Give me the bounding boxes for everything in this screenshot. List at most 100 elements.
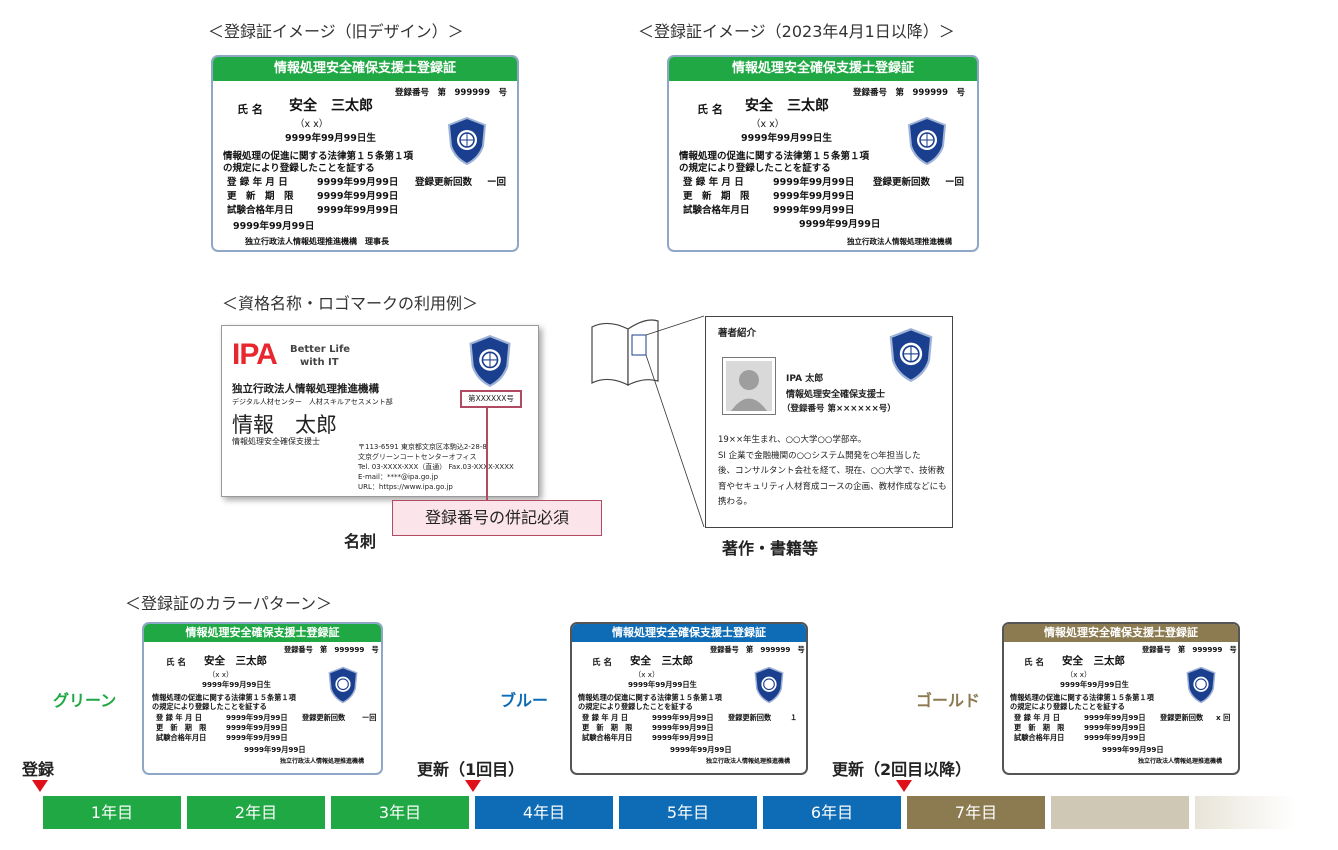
book-heading: 著者紹介 <box>718 328 757 339</box>
card-renew-count-label: 登録更新回数 <box>1160 713 1204 722</box>
card-expiry-label: 更 新 期 限 <box>156 723 207 732</box>
timeline-year-continuation <box>1051 796 1189 829</box>
card-expiry: 9999年99月99日 <box>773 191 855 202</box>
card-reg-date: 9999年99月99日 <box>773 177 855 188</box>
card-expiry-label: 更 新 期 限 <box>1014 723 1065 732</box>
card-name-label: 氏 名 <box>166 658 186 668</box>
biz-addr2: 文京グリーンコートセンターオフィス <box>358 453 477 461</box>
card-exam: 9999年99月99日 <box>652 733 714 742</box>
timeline-year-4: 4年目 <box>475 796 613 829</box>
card-name-label: 氏 名 <box>592 658 612 668</box>
biz-url: URL：https://www.ipa.go.jp <box>358 483 453 491</box>
book-role: 情報処理安全確保支援士 <box>786 390 886 400</box>
card-law2: の規定により登録したことを証する <box>578 702 693 711</box>
card-name-label: 氏 名 <box>697 103 723 116</box>
caption-bizcard: 名刺 <box>344 532 377 551</box>
card-header: 情報処理安全確保支援士登録証 <box>144 624 381 642</box>
card-reg-no: 登録番号 第 999999 号 <box>395 88 507 98</box>
card-new-design: 情報処理安全確保支援士登録証 登録番号 第 999999 号 氏 名 安全 三太… <box>667 55 979 252</box>
card-issue-date: 9999年99月99日 <box>233 221 315 232</box>
shield-logo-icon <box>1186 666 1216 704</box>
card-kana: （x x） <box>208 670 234 679</box>
card-birth: 9999年99月99日生 <box>285 133 376 144</box>
open-book-icon <box>591 315 705 528</box>
card-reg-date-label: 登 録 年 月 日 <box>582 713 628 722</box>
tagline-1: Better Life <box>290 344 351 355</box>
card-renew-count: ー回 <box>362 713 377 722</box>
card-kana: （x x） <box>751 119 785 130</box>
card-reg-date-label: 登 録 年 月 日 <box>683 177 744 188</box>
card-expiry: 9999年99月99日 <box>226 723 288 732</box>
card-issue-date: 9999年99月99日 <box>1102 745 1164 754</box>
label-register: 登録 <box>22 760 55 779</box>
card-expiry: 9999年99月99日 <box>1084 723 1146 732</box>
biz-dept: デジタル人材センター 人材スキルアセスメント部 <box>232 398 393 406</box>
card-name: 安全 三太郎 <box>1062 655 1125 667</box>
card-renew-count: １ <box>790 713 798 722</box>
book-bio-line: 育やセキュリティ人材育成コースの企画、教材作成などにも <box>718 481 947 492</box>
timeline-year-7: 7年目 <box>907 796 1045 829</box>
card-exam-label: 試験合格年月日 <box>156 733 207 742</box>
marker-renew-2-icon <box>896 780 912 792</box>
card-law2: の規定により登録したことを証する <box>1010 702 1125 711</box>
card-issue-date: 9999年99月99日 <box>799 219 881 230</box>
title-old-design: ＜登録証イメージ（旧デザイン）＞ <box>208 22 464 41</box>
card-old-design: 情報処理安全確保支援士登録証 登録番号 第 999999 号 氏 名 安全 三太… <box>211 55 519 252</box>
biz-title: 情報処理安全確保支援士 <box>232 437 320 446</box>
card-exam: 9999年99月99日 <box>1084 733 1146 742</box>
card-expiry: 9999年99月99日 <box>317 191 399 202</box>
card-renew-count: x 回 <box>1216 713 1231 722</box>
card-issue-date: 9999年99月99日 <box>670 745 732 754</box>
card-renew-count-label: 登録更新回数 <box>302 713 346 722</box>
shield-logo-icon <box>469 335 511 388</box>
card-blue: 情報処理安全確保支援士登録証 登録番号 第 999999 号 氏 名 安全 三太… <box>570 622 808 775</box>
card-kana: （x x） <box>295 119 329 130</box>
book-bio-line: 携わる。 <box>718 497 753 507</box>
card-reg-no: 登録番号 第 999999 号 <box>284 645 379 654</box>
shield-logo-icon <box>754 666 784 704</box>
card-kana: （x x） <box>634 670 660 679</box>
card-issuer: 独立行政法人情報処理推進機構 <box>1138 758 1223 765</box>
label-renew-2: 更新（2回目以降） <box>832 760 972 779</box>
card-reg-date: 9999年99月99日 <box>1084 713 1146 722</box>
card-exam: 9999年99月99日 <box>317 205 399 216</box>
timeline-year-1: 1年目 <box>43 796 181 829</box>
biz-address: 〒113-6591 東京都文京区本駒込2-28-8 文京グリーンコートセンターオ… <box>358 442 514 492</box>
card-header: 情報処理安全確保支援士登録証 <box>572 624 806 642</box>
author-photo <box>722 357 776 415</box>
timeline-year-3: 3年目 <box>331 796 469 829</box>
card-reg-date: 9999年99月99日 <box>652 713 714 722</box>
card-name: 安全 三太郎 <box>630 655 693 667</box>
title-usage: ＜資格名称・ロゴマークの利用例＞ <box>222 294 479 313</box>
book-bio-line: SI 企業で金融機関の○○システム開発を○年担当した <box>718 450 921 461</box>
card-exam: 9999年99月99日 <box>226 733 288 742</box>
person-icon <box>726 361 772 411</box>
shield-logo-icon <box>907 116 947 166</box>
callout-connector <box>486 407 488 500</box>
card-name-label: 氏 名 <box>237 103 263 116</box>
card-issuer: 独立行政法人情報処理推進機構 <box>706 758 791 765</box>
card-expiry-label: 更 新 期 限 <box>683 191 750 202</box>
card-expiry: 9999年99月99日 <box>652 723 714 732</box>
card-reg-date-label: 登 録 年 月 日 <box>156 713 202 722</box>
biz-addr1: 〒113-6591 東京都文京区本駒込2-28-8 <box>358 443 487 451</box>
shield-logo-icon <box>889 328 933 383</box>
book-author-page: 著者紹介 IPA 太郎 情報処理安全確保支援士 （登録番号 第××××××号） … <box>705 316 953 528</box>
card-exam-label: 試験合格年月日 <box>227 205 294 216</box>
card-reg-no: 登録番号 第 999999 号 <box>1142 645 1237 654</box>
biz-name: 情報 太郎 <box>232 413 337 437</box>
business-card: IPA Better Life with IT 独立行政法人情報処理推進機構 デ… <box>221 325 539 497</box>
timeline-year-6: 6年目 <box>763 796 901 829</box>
card-law2: の規定により登録したことを証する <box>679 163 831 174</box>
card-reg-no: 登録番号 第 999999 号 <box>710 645 805 654</box>
card-birth: 9999年99月99日生 <box>202 680 271 689</box>
card-name: 安全 三太郎 <box>289 98 373 114</box>
card-name: 安全 三太郎 <box>745 98 829 114</box>
card-expiry-label: 更 新 期 限 <box>227 191 294 202</box>
card-issue-date: 9999年99月99日 <box>244 745 306 754</box>
card-header: 情報処理安全確保支援士登録証 <box>669 57 977 81</box>
title-new-design: ＜登録証イメージ（2023年4月1日以降）＞ <box>638 22 955 41</box>
label-green: グリーン <box>53 691 117 710</box>
label-blue: ブルー <box>500 691 549 710</box>
card-issuer: 独立行政法人情報処理推進機構 <box>847 237 952 246</box>
